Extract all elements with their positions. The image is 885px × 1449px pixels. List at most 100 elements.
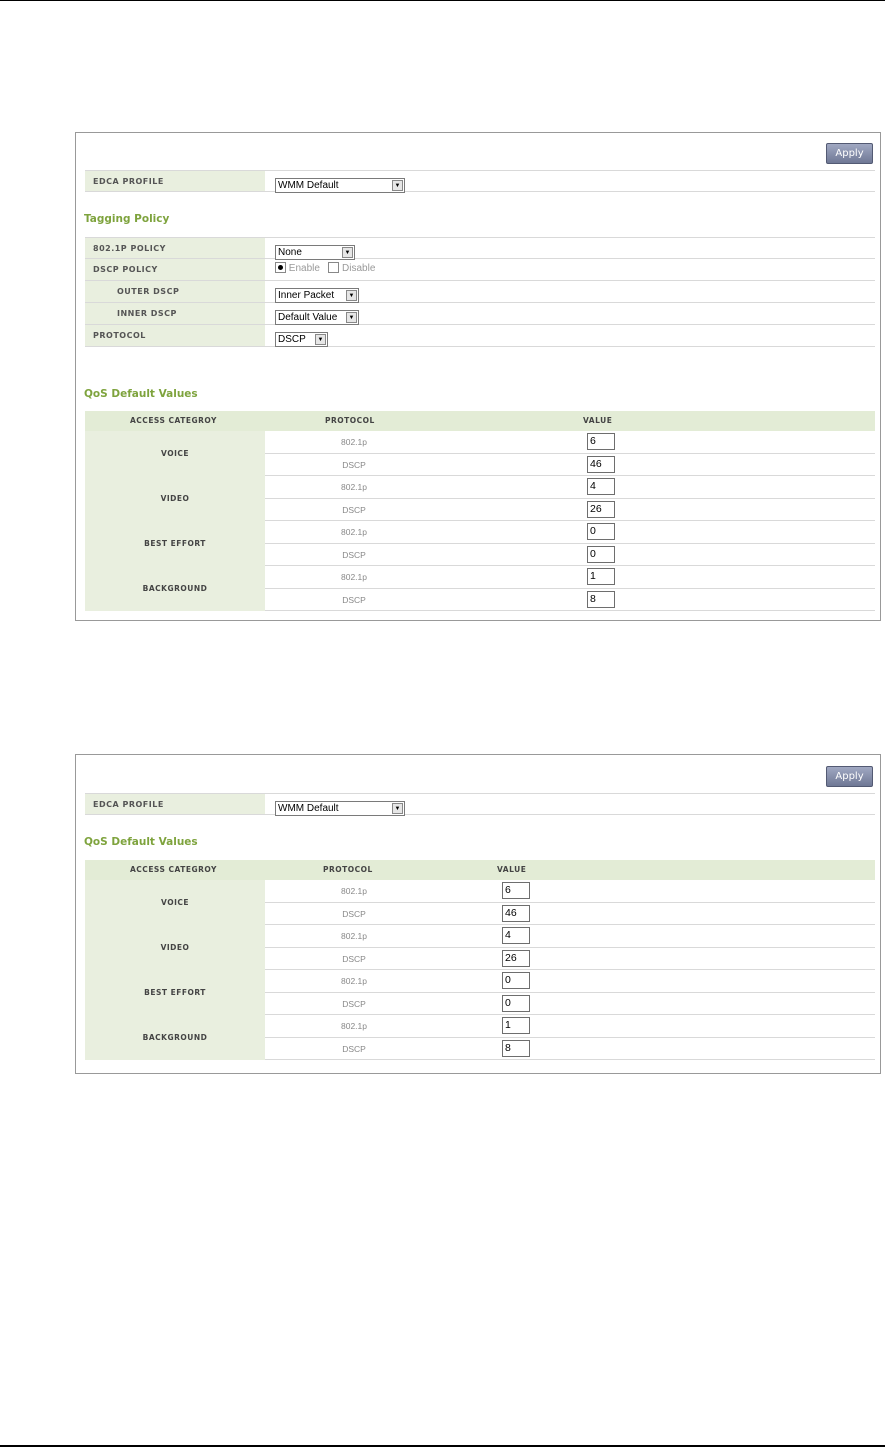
header-protocol: PROTOCOL [325,416,375,425]
access-category-cell: VOICE [85,880,265,925]
access-category-cell: BEST EFFORT [85,521,265,566]
top-rule [0,0,885,1]
protocol-cell: DSCP [342,459,366,470]
access-category-cell: BEST EFFORT [85,970,265,1015]
dscp-policy-radio-group: Enable Disable [275,262,375,279]
outer-dscp-row: OUTER DSCP Inner Packet ▼ [85,281,875,303]
value-input[interactable]: 6 [502,882,530,899]
chevron-down-icon: ▼ [346,312,357,323]
protocol-cell: DSCP [342,908,366,919]
edca-profile-select[interactable]: WMM Default ▼ [275,801,405,816]
outer-dscp-select[interactable]: Inner Packet ▼ [275,288,359,303]
apply-button[interactable]: Apply [826,143,873,164]
qos-config-panel-simple: Apply EDCA PROFILE WMM Default ▼ QoS Def… [75,754,881,1074]
table-row: 802.1p 6 [265,431,875,454]
protocol-cell: DSCP [342,504,366,515]
table-row: 802.1p 0 [265,970,875,993]
protocol-cell: 802.1p [341,976,367,986]
value-input[interactable]: 8 [587,590,615,608]
tagging-policy-title: Tagging Policy [84,213,170,225]
value-input[interactable]: 0 [502,972,530,989]
inner-dscp-value: Default Value [278,312,338,323]
outer-dscp-value: Inner Packet [278,290,335,301]
header-access-category: ACCESS CATEGROY [130,416,217,425]
value-input[interactable]: 8 [502,1039,530,1057]
edca-profile-select[interactable]: WMM Default ▼ [275,178,405,193]
table-row: DSCP 8 [265,589,875,611]
protocol-cell: DSCP [342,594,366,605]
edca-profile-row: EDCA PROFILE WMM Default ▼ [85,793,875,816]
qos-config-panel-full: Apply EDCA PROFILE WMM Default ▼ Tagging… [75,132,881,621]
value-input[interactable]: 0 [587,545,615,563]
access-category-cell: VIDEO [85,925,265,970]
protocol-cell: 802.1p [341,482,367,492]
table-row: 802.1p 1 [265,566,875,589]
value-input[interactable]: 46 [502,904,530,922]
protocol-label: PROTOCOL [85,325,265,346]
outer-dscp-label: OUTER DSCP [85,281,265,302]
protocol-cell: 802.1p [341,886,367,896]
table-row: DSCP 46 [265,454,875,476]
table-row: DSCP 26 [265,499,875,521]
value-input[interactable]: 1 [587,568,615,585]
value-input[interactable]: 26 [502,949,530,967]
table-row: 802.1p 0 [265,521,875,544]
dscp-policy-row: DSCP POLICY Enable Disable [85,259,875,281]
table-row: 802.1p 4 [265,925,875,948]
protocol-cell: 802.1p [341,527,367,537]
protocol-cell: DSCP [342,549,366,560]
8021p-policy-row: 802.1P POLICY None ▼ [85,237,875,260]
qos-table-header: ACCESS CATEGROY PROTOCOL VALUE [85,860,875,880]
table-row: 802.1p 6 [265,880,875,903]
chevron-down-icon: ▼ [315,334,326,345]
value-input[interactable]: 1 [502,1017,530,1034]
dscp-disable-label: Disable [342,263,376,274]
qos-default-values-title: QoS Default Values [84,836,198,848]
value-input[interactable]: 46 [587,455,615,473]
header-value: VALUE [497,865,527,874]
protocol-value: DSCP [278,334,306,345]
protocol-select[interactable]: DSCP ▼ [275,332,328,347]
table-row: DSCP 46 [265,903,875,925]
8021p-policy-label: 802.1P POLICY [85,238,265,258]
dscp-policy-label: DSCP POLICY [85,259,265,280]
access-category-cell: BACKGROUND [85,566,265,611]
chevron-down-icon: ▼ [346,290,357,301]
header-access-category: ACCESS CATEGROY [130,865,217,874]
access-category-cell: VOICE [85,431,265,476]
edca-profile-value: WMM Default [278,803,339,814]
inner-dscp-label: INNER DSCP [85,303,265,324]
apply-button[interactable]: Apply [826,766,873,787]
edca-profile-value: WMM Default [278,180,339,191]
value-input[interactable]: 4 [587,478,615,495]
qos-table-header: ACCESS CATEGROY PROTOCOL VALUE [85,411,875,431]
inner-dscp-select[interactable]: Default Value ▼ [275,310,359,325]
chevron-down-icon: ▼ [342,247,353,258]
8021p-policy-value: None [278,247,302,258]
protocol-cell: DSCP [342,953,366,964]
edca-profile-label: EDCA PROFILE [85,171,265,191]
value-input[interactable]: 4 [502,927,530,944]
table-row: DSCP 26 [265,948,875,970]
value-input[interactable]: 6 [587,433,615,450]
chevron-down-icon: ▼ [392,180,403,191]
protocol-cell: 802.1p [341,572,367,582]
header-protocol: PROTOCOL [323,865,373,874]
table-row: 802.1p 4 [265,476,875,499]
dscp-disable-radio[interactable] [328,262,340,273]
table-row: DSCP 0 [265,993,875,1015]
table-row: DSCP 8 [265,1038,875,1060]
chevron-down-icon: ▼ [392,803,403,814]
value-input[interactable]: 0 [502,994,530,1012]
protocol-cell: 802.1p [341,437,367,447]
dscp-enable-radio[interactable] [275,262,286,273]
edca-profile-row: EDCA PROFILE WMM Default ▼ [85,170,875,193]
protocol-cell: DSCP [342,998,366,1009]
inner-dscp-row: INNER DSCP Default Value ▼ [85,303,875,325]
access-category-cell: BACKGROUND [85,1015,265,1060]
dscp-enable-label: Enable [288,263,320,274]
value-input[interactable]: 0 [587,523,615,540]
access-category-cell: VIDEO [85,476,265,521]
8021p-policy-select[interactable]: None ▼ [275,245,355,260]
value-input[interactable]: 26 [587,500,615,518]
